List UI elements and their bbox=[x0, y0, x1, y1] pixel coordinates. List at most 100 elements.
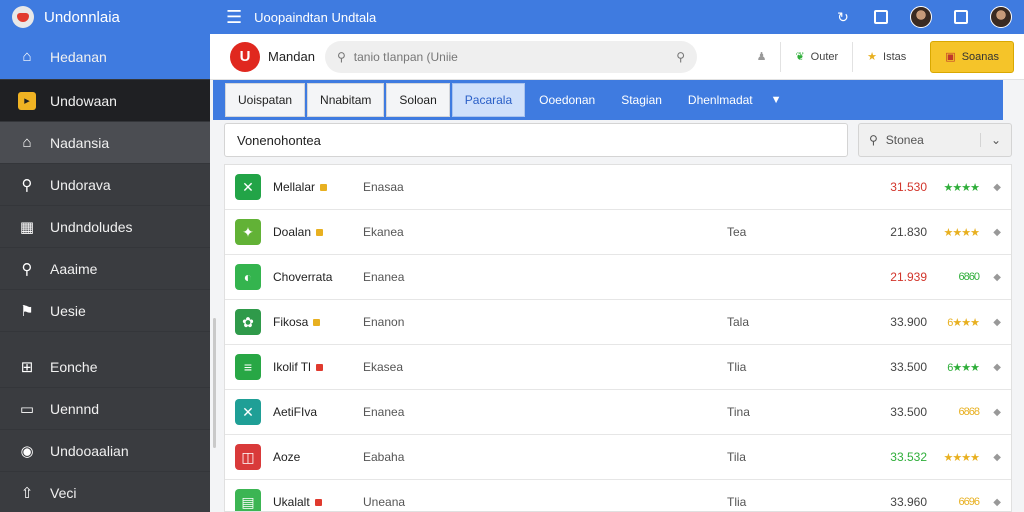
dashboard-icon: ▸ bbox=[18, 91, 36, 110]
app-name: Doalan bbox=[273, 225, 324, 239]
more-dot-icon[interactable]: ◆ bbox=[993, 227, 1001, 238]
sidebar-item-hedanan[interactable]: ⌂ Hedanan bbox=[0, 34, 210, 80]
bag-icon: ⊞ bbox=[20, 358, 34, 376]
rating-stars: ★★★★ bbox=[943, 181, 980, 194]
list-item[interactable]: ▤ Ukalalt Uneana Tlia 33.960 6696 ◆ bbox=[225, 480, 1011, 511]
gift-icon: ▣ bbox=[945, 51, 956, 63]
istas-label: Istas bbox=[883, 50, 907, 63]
app-name: Mellalar bbox=[273, 180, 328, 194]
tab-soloan[interactable]: Soloan bbox=[386, 83, 450, 117]
rating-stars: 6★★★ bbox=[947, 361, 980, 374]
more-dot-icon[interactable]: ◆ bbox=[993, 497, 1001, 508]
sidebar-item-label: Aaaime bbox=[50, 260, 98, 277]
app-name: Choverrata bbox=[273, 270, 333, 284]
profile-avatar[interactable] bbox=[990, 6, 1012, 28]
soanas-button[interactable]: ▣ Soanas bbox=[930, 40, 1014, 73]
app-tag: Tlia bbox=[727, 495, 747, 509]
avatar[interactable] bbox=[910, 6, 932, 28]
sidebar-item-undowaan[interactable]: ▸ Undowaan bbox=[0, 80, 210, 122]
istas-button[interactable]: ★ Istas bbox=[853, 42, 920, 72]
outer-button[interactable]: ❦ Outer bbox=[781, 41, 854, 72]
app-price: 33.500 bbox=[890, 360, 927, 374]
sidebar-item-undooaalian[interactable]: ◉ Undooaalian bbox=[0, 430, 210, 472]
rating-stars: 6868 bbox=[958, 406, 981, 418]
app-tag: Tila bbox=[727, 450, 746, 464]
filter-input[interactable]: Vonenohontea bbox=[224, 123, 848, 157]
tab-pacarala[interactable]: Pacarala bbox=[451, 83, 526, 117]
sidebar-item-label: Undndoludes bbox=[50, 218, 133, 235]
more-dot-icon[interactable]: ◆ bbox=[993, 452, 1001, 463]
rating-stars: ★★★★ bbox=[943, 226, 980, 239]
app-tag: Tea bbox=[727, 225, 747, 239]
sidebar-item-aaaime[interactable]: ⚲ Aaaime bbox=[0, 248, 210, 290]
more-dot-icon[interactable]: ◆ bbox=[993, 407, 1001, 418]
app-icon: ▤ bbox=[235, 489, 261, 511]
app-icon: ≡ bbox=[235, 354, 261, 380]
user-button[interactable]: ♟ bbox=[743, 41, 782, 72]
search-input[interactable]: ⚲ tanio tIanpan (Uniie ⚲ bbox=[324, 40, 697, 73]
app-name: AetiFIva bbox=[273, 405, 318, 419]
sidebar-title: Undonnlaia bbox=[44, 8, 120, 26]
more-dot-icon[interactable]: ◆ bbox=[993, 182, 1001, 193]
app-price: 33.532 bbox=[890, 450, 927, 464]
tab-dhenlmadat[interactable]: Dhenlmadat bbox=[676, 83, 765, 117]
app-icon: ◐ bbox=[235, 264, 261, 290]
list-item[interactable]: ✦ Doalan Ekanea Tea 21.830 ★★★★ ◆ bbox=[225, 210, 1011, 255]
app-category: Enanon bbox=[363, 315, 405, 329]
list-item[interactable]: ◫ Aoze Eabaha Tila 33.532 ★★★★ ◆ bbox=[225, 435, 1011, 480]
sidebar-item-uennnd[interactable]: ▭ Uennnd bbox=[0, 388, 210, 430]
tab-ooedonan[interactable]: Ooedonan bbox=[527, 83, 607, 117]
sort-dropdown[interactable]: ⚲ Stonea ⌄ bbox=[858, 123, 1012, 157]
sidebar-item-uesie[interactable]: ⚑ Uesie bbox=[0, 290, 210, 332]
app-icon: ✕ bbox=[235, 399, 261, 425]
app-category: Ekasea bbox=[363, 360, 404, 374]
sidebar-item-label: Uesie bbox=[50, 302, 86, 319]
list-item[interactable]: ✿ Fikosa Enanon Tala 33.900 6★★★ ◆ bbox=[225, 300, 1011, 345]
rating-stars: 6860 bbox=[958, 271, 981, 283]
app-category: Ekanea bbox=[363, 225, 404, 239]
more-dot-icon[interactable]: ◆ bbox=[993, 272, 1001, 283]
list-item[interactable]: ✕ Mellalar Enasaa 31.530 ★★★★ ◆ bbox=[225, 165, 1011, 210]
app-price: 33.900 bbox=[890, 315, 927, 329]
app-price: 33.960 bbox=[890, 495, 927, 509]
badge-icon bbox=[316, 229, 324, 237]
sidebar-item-eonche[interactable]: ⊞ Eonche bbox=[0, 346, 210, 388]
sidebar-item-veci[interactable]: ⇧ Veci bbox=[0, 472, 210, 512]
tab-nnabitam[interactable]: Nnabitam bbox=[307, 83, 385, 117]
more-dot-icon[interactable]: ◆ bbox=[993, 317, 1001, 328]
sidebar-item-undorava[interactable]: ⚲ Undorava bbox=[0, 164, 210, 206]
app-price: 31.530 bbox=[890, 180, 927, 194]
app-category: Uneana bbox=[363, 495, 406, 509]
sidebar-scrollbar[interactable] bbox=[213, 318, 216, 448]
more-dot-icon[interactable]: ◆ bbox=[993, 362, 1001, 373]
home-icon: ⌂ bbox=[22, 134, 32, 151]
brand-name: Mandan bbox=[268, 49, 315, 64]
refresh-icon[interactable]: ↻ bbox=[834, 8, 852, 26]
search-submit-icon[interactable]: ⚲ bbox=[676, 50, 685, 64]
tab-stagian[interactable]: Stagian bbox=[609, 83, 674, 117]
badge-icon bbox=[313, 319, 321, 327]
chevron-down-icon[interactable]: ▼ bbox=[771, 94, 782, 106]
sidebar-divider bbox=[0, 332, 210, 346]
badge-icon bbox=[314, 499, 322, 507]
sidebar-item-undndoludes[interactable]: ▦ Undndoludes bbox=[0, 206, 210, 248]
window-icon[interactable] bbox=[872, 8, 890, 26]
list-item[interactable]: ◐ Choverrata Enanea 21.939 6860 ◆ bbox=[225, 255, 1011, 300]
app-category: Enasaa bbox=[363, 180, 404, 194]
page-title: Uoopaindtan Undtala bbox=[254, 9, 377, 25]
list-item[interactable]: ✕ AetiFIva Enanea Tina 33.500 6868 ◆ bbox=[225, 390, 1011, 435]
tab-uoispatan[interactable]: Uoispatan bbox=[225, 83, 306, 117]
app-name: Fikosa bbox=[273, 315, 321, 329]
hamburger-menu-icon[interactable]: ☰ bbox=[226, 7, 242, 28]
expand-icon[interactable] bbox=[952, 8, 970, 26]
sidebar-item-nadansia[interactable]: ⌂ Nadansia bbox=[0, 122, 210, 164]
topbar-actions: ↻ bbox=[834, 6, 1024, 28]
app-price: 21.830 bbox=[890, 225, 927, 239]
star-icon: ★ bbox=[867, 51, 878, 63]
app-category: Enanea bbox=[363, 405, 405, 419]
list-item[interactable]: ≡ Ikolif Tl Ekasea Tlia 33.500 6★★★ ◆ bbox=[225, 345, 1011, 390]
app-name: Ikolif Tl bbox=[273, 360, 323, 374]
app-tag: Tina bbox=[727, 405, 750, 419]
search-icon: ⚲ bbox=[336, 49, 346, 64]
brand-logo-icon[interactable]: U bbox=[230, 41, 260, 72]
